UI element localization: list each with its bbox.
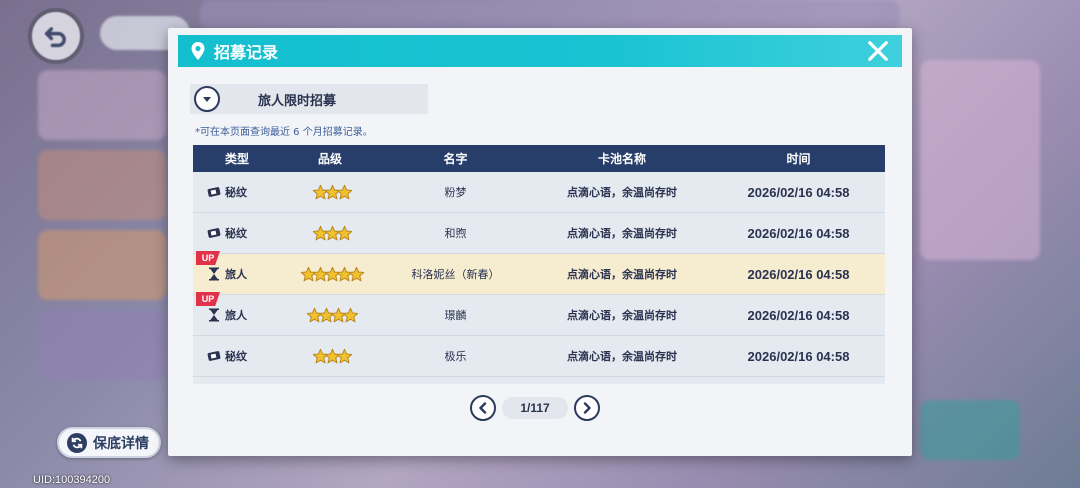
table-row[interactable]: 秘纹 极乐 点滴心语，余温尚存时 2026/02/16 04:58 (193, 336, 885, 377)
star-rating (312, 225, 353, 241)
header-pool: 卡池名称 (597, 152, 646, 166)
table-row[interactable]: 秘纹 和煦 点滴心语，余温尚存时 2026/02/16 04:58 (193, 213, 885, 254)
cell-name: 璟麟 (444, 309, 467, 322)
cell-time: 2026/02/16 04:58 (747, 348, 850, 364)
bg-card (200, 0, 900, 30)
prev-page-button[interactable] (470, 395, 496, 421)
star-rating (312, 348, 353, 364)
back-arrow-icon (44, 27, 66, 48)
table-header: 类型 品级 名字 卡池名称 时间 (193, 145, 885, 172)
cell-time: 2026/02/16 04:58 (747, 225, 850, 241)
next-page-button[interactable] (574, 395, 600, 421)
cell-pool: 点滴心语，余温尚存时 (567, 309, 677, 322)
ticket-icon (207, 185, 221, 199)
header-type: 类型 (224, 152, 249, 166)
chevron-right-icon (583, 402, 591, 414)
cell-grade (281, 225, 379, 241)
cell-pool: 点滴心语，余温尚存时 (567, 227, 677, 240)
pagination: 1/117 (470, 395, 600, 421)
records-table: 类型 品级 名字 卡池名称 时间 秘纹 粉梦 点滴心语，余温尚存时 2026/02/1… (193, 145, 885, 384)
bg-card (38, 70, 166, 140)
up-badge: UP (196, 251, 220, 265)
star-rating (300, 266, 365, 282)
cell-time: 2026/02/16 04:58 (747, 266, 850, 282)
header-time: 时间 (786, 152, 811, 166)
cell-name: 粉梦 (444, 186, 467, 199)
cell-type-label: 秘纹 (225, 186, 247, 199)
bg-card (38, 310, 166, 380)
cell-name: 科洛妮丝（新春） (411, 268, 500, 281)
star-icon (336, 184, 353, 200)
recruit-records-modal: 招募记录 旅人限时招募 *可在本页面查询最近 6 个月招募记录。 类型 品级 名… (168, 28, 912, 456)
star-rating (306, 307, 359, 323)
close-button[interactable] (864, 37, 892, 65)
traveler-icon (207, 308, 221, 322)
location-pin-icon (190, 41, 206, 61)
up-badge: UP (196, 292, 220, 306)
cell-type-label: 旅人 (225, 309, 247, 322)
star-icon (336, 225, 353, 241)
bg-card (920, 60, 1040, 260)
cell-pool: 点滴心语，余温尚存时 (567, 186, 677, 199)
cell-time: 2026/02/16 04:58 (747, 184, 850, 200)
cell-type: 旅人 (193, 266, 281, 282)
header-grade: 品级 (317, 152, 342, 166)
page-indicator: 1/117 (502, 397, 568, 419)
table-row[interactable]: 秘纹 粉梦 点滴心语，余温尚存时 2026/02/16 04:58 (193, 172, 885, 213)
cell-grade (281, 266, 379, 282)
cell-type-label: 秘纹 (225, 350, 247, 363)
guarantee-details-label: 保底详情 (93, 435, 149, 452)
bg-card (920, 400, 1020, 460)
cell-type: 秘纹 (193, 184, 281, 200)
star-rating (312, 184, 353, 200)
refresh-icon (67, 432, 87, 453)
cell-type: 旅人 (193, 307, 281, 323)
cell-name: 极乐 (444, 350, 467, 363)
pool-type-dropdown[interactable]: 旅人限时招募 (190, 84, 428, 114)
star-icon (342, 307, 359, 323)
table-row[interactable]: UP 旅人 科洛妮丝（新春） 点滴心语，余温尚存时 2026/02/16 04:58 (193, 251, 885, 295)
dropdown-selected-label: 旅人限时招募 (257, 93, 336, 109)
cell-pool: 点滴心语，余温尚存时 (567, 268, 677, 281)
traveler-icon (207, 267, 221, 281)
guarantee-details-button[interactable]: 保底详情 (57, 427, 161, 458)
back-button[interactable] (28, 8, 84, 64)
cell-type-label: 秘纹 (225, 227, 247, 240)
ticket-icon (207, 226, 221, 240)
table-row[interactable]: UP 旅人 璟麟 点滴心语，余温尚存时 2026/02/16 04:58 (193, 292, 885, 336)
table-body: 秘纹 粉梦 点滴心语，余温尚存时 2026/02/16 04:58 秘纹 和煦 点滴心语，余… (193, 172, 885, 377)
cell-grade (281, 348, 379, 364)
star-icon (348, 266, 365, 282)
cell-time: 2026/02/16 04:58 (747, 307, 850, 323)
bg-card (38, 150, 166, 220)
cell-type-label: 旅人 (225, 268, 247, 281)
modal-header: 招募记录 (178, 35, 902, 67)
ticket-icon (207, 349, 221, 363)
cell-grade (281, 184, 379, 200)
cell-name: 和煦 (444, 227, 467, 240)
close-icon (868, 41, 888, 61)
cell-pool: 点滴心语，余温尚存时 (567, 350, 677, 363)
uid-label: UID:100394200 (33, 474, 111, 486)
bg-card (38, 230, 166, 300)
cell-type: 秘纹 (193, 348, 281, 364)
cell-grade (281, 307, 379, 323)
modal-title: 招募记录 (214, 43, 279, 62)
chevron-left-icon (479, 402, 487, 414)
records-note: *可在本页面查询最近 6 个月招募记录。 (195, 127, 373, 138)
cell-type: 秘纹 (193, 225, 281, 241)
header-name: 名字 (443, 152, 468, 166)
star-icon (336, 348, 353, 364)
